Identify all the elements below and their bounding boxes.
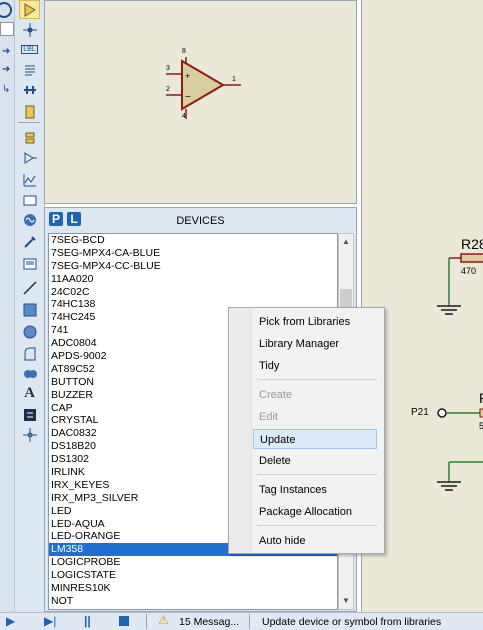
menu-separator: [257, 525, 377, 526]
arrow-right-icon[interactable]: ➜: [2, 64, 10, 75]
devices-context-menu: Pick from Libraries Library Manager Tidy Cr…: [228, 307, 385, 554]
menu-item-pick-from-libraries[interactable]: Pick from Libraries: [253, 312, 377, 332]
status-divider: [249, 614, 250, 629]
warning-icon[interactable]: ⚠: [158, 613, 169, 627]
marker-icon[interactable]: [19, 425, 40, 444]
menu-item-auto-hide[interactable]: Auto hide: [253, 531, 377, 551]
zoom-icon[interactable]: [0, 2, 12, 18]
wire-label-icon[interactable]: LBL: [19, 40, 40, 59]
menu-item-update[interactable]: Update: [253, 429, 377, 449]
menu-item-tag-instances[interactable]: Tag Instances: [253, 480, 377, 500]
device-list-item[interactable]: 11AA020: [49, 273, 337, 286]
op-amp-symbol: + −: [166, 57, 241, 119]
component-preview: + − 8 3 2 1 4: [44, 0, 357, 204]
device-list-item[interactable]: 24C02C: [49, 286, 337, 299]
subcircuit-icon[interactable]: [19, 102, 40, 121]
step-icon[interactable]: ▶|: [44, 614, 56, 628]
probe-icon[interactable]: [19, 232, 40, 251]
menu-item-tidy[interactable]: Tidy: [253, 356, 377, 376]
menu-separator: [257, 474, 377, 475]
line-icon[interactable]: [19, 278, 40, 297]
pin-label-4: 4: [182, 113, 186, 120]
virtual-instrument-icon[interactable]: [19, 254, 40, 273]
selection-mode-icon[interactable]: [19, 0, 40, 19]
menu-item-edit: Edit: [259, 411, 278, 423]
generator-icon[interactable]: [19, 210, 40, 229]
play-icon[interactable]: ▶: [6, 614, 15, 628]
terminal-icon[interactable]: [19, 128, 40, 147]
svg-text:+: +: [185, 71, 190, 81]
tape-icon[interactable]: [19, 190, 40, 209]
step-icon[interactable]: ↳: [2, 84, 10, 95]
toolbar-divider: [18, 122, 40, 123]
partial-ref-label: P: [479, 390, 483, 406]
menu-icon-gutter: [229, 308, 252, 553]
graph-icon[interactable]: [19, 170, 40, 189]
input-stub[interactable]: [0, 22, 14, 36]
device-list-item[interactable]: 7SEG-MPX4-CA-BLUE: [49, 247, 337, 260]
pin-label-3: 3: [166, 65, 170, 72]
device-list-item[interactable]: MINRES10K: [49, 582, 337, 595]
resistor-ref: R28: [461, 236, 483, 252]
devices-panel-header: P L DEVICES: [45, 208, 356, 232]
menu-item-delete[interactable]: Delete: [253, 451, 377, 471]
resistor-value: 470: [461, 266, 477, 276]
scroll-down-icon[interactable]: ▼: [342, 596, 350, 605]
tool-palette: LBL A: [15, 0, 45, 612]
device-list-item[interactable]: LOGICPROBE: [49, 556, 337, 569]
device-list-item[interactable]: LOGICSTATE: [49, 569, 337, 582]
device-list-item[interactable]: 7SEG-MPX4-CC-BLUE: [49, 260, 337, 273]
stop-icon[interactable]: [119, 616, 129, 626]
pin-label-2: 2: [166, 86, 170, 93]
symbol-icon[interactable]: [19, 405, 40, 424]
menu-item-create: Create: [259, 389, 293, 401]
partial-value-label: 5: [479, 421, 483, 431]
status-divider: [146, 614, 147, 629]
text-script-icon[interactable]: [19, 60, 40, 79]
status-hint: Update device or symbol from libraries: [262, 616, 442, 628]
left-edge-strip: ➜ ➜ ↳: [0, 0, 15, 612]
menu-item-library-manager[interactable]: Library Manager: [253, 334, 377, 354]
terminal-label: P21: [411, 407, 429, 418]
devices-title: DEVICES: [176, 215, 225, 227]
menu-item-package-allocation[interactable]: Package Allocation: [253, 502, 377, 522]
scroll-up-icon[interactable]: ▲: [342, 237, 350, 246]
arc-icon[interactable]: [19, 344, 40, 363]
junction-dot-icon[interactable]: [19, 20, 40, 39]
circle-icon[interactable]: [19, 322, 40, 341]
pause-icon[interactable]: ||: [84, 614, 91, 628]
device-pin-icon[interactable]: [19, 148, 40, 167]
path-icon[interactable]: [19, 364, 40, 383]
bus-icon[interactable]: [19, 80, 40, 99]
device-list-item[interactable]: 7SEG-BCD: [49, 234, 337, 247]
pin-label-8: 8: [182, 48, 186, 55]
text-icon[interactable]: A: [19, 384, 40, 403]
menu-separator: [257, 379, 377, 380]
messages-count[interactable]: 15 Messag...: [179, 616, 239, 628]
status-bar: ▶ ▶| || ⚠ 15 Messag... Update device or …: [0, 612, 483, 630]
box-icon[interactable]: [19, 300, 40, 319]
arrow-right-icon[interactable]: ➜: [2, 46, 10, 57]
device-list-item[interactable]: NOT: [49, 595, 337, 608]
svg-text:−: −: [185, 92, 191, 103]
pin-label-1: 1: [232, 76, 236, 83]
